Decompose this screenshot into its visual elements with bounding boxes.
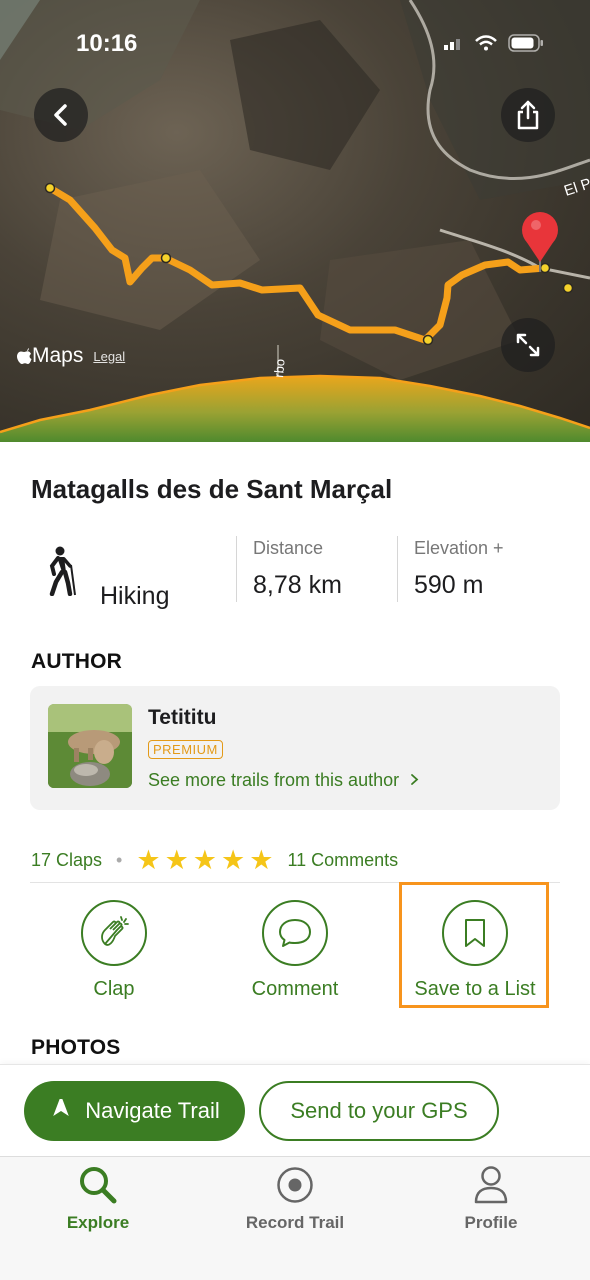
distance-stat: Distance 8,78 km xyxy=(253,538,342,600)
comment-icon xyxy=(279,919,311,947)
navigate-label: Navigate Trail xyxy=(85,1098,220,1123)
expand-icon xyxy=(516,333,540,357)
share-icon xyxy=(517,100,539,130)
apple-maps-attribution: Maps Legal xyxy=(16,344,125,368)
tab-record-trail[interactable]: Record Trail xyxy=(225,1163,365,1233)
engagement-row: 17 Claps • ★ ★ ★ ★ ★ 11 Comments xyxy=(31,845,398,875)
star-icon: ★ xyxy=(164,845,189,875)
maps-label: Maps xyxy=(32,344,84,367)
see-more-label: See more trails from this author xyxy=(148,770,400,790)
tab-profile[interactable]: Profile xyxy=(421,1163,561,1233)
star-icon: ★ xyxy=(136,845,161,875)
tab-profile-label: Profile xyxy=(464,1213,518,1232)
location-pin-icon xyxy=(522,212,558,272)
trail-stats: Hiking Distance 8,78 km Elevation + 590 … xyxy=(0,536,590,610)
trail-title: Matagalls des de Sant Marçal xyxy=(31,474,393,504)
status-time: 10:16 xyxy=(76,30,138,57)
back-button[interactable] xyxy=(34,88,88,142)
send-gps-label: Send to your GPS xyxy=(290,1098,468,1123)
author-avatar[interactable] xyxy=(48,704,132,788)
apple-logo-icon xyxy=(17,347,32,364)
separator-dot: • xyxy=(116,849,123,870)
comment-circle xyxy=(262,900,328,966)
premium-badge: PREMIUM xyxy=(148,740,223,759)
elevation-value: 590 m xyxy=(414,571,484,599)
navigation-arrow-icon xyxy=(53,1099,70,1116)
rating-stars: ★ ★ ★ ★ ★ xyxy=(136,845,274,875)
tab-bar: Explore Record Trail Profile xyxy=(0,1156,590,1280)
signal-icon xyxy=(444,39,460,50)
activity-type: Hiking xyxy=(44,546,169,610)
status-icons xyxy=(444,34,544,52)
claps-count[interactable]: 17 Claps xyxy=(31,850,102,871)
author-card[interactable]: Tetititu PREMIUM See more trails from th… xyxy=(30,686,560,810)
map-terrain: El P rbo xyxy=(0,0,590,442)
expand-map-button[interactable] xyxy=(501,318,555,372)
road-label-bottom: rbo xyxy=(271,358,288,378)
star-icon: ★ xyxy=(249,845,274,875)
tab-explore-label: Explore xyxy=(66,1213,130,1232)
record-icon xyxy=(277,1167,313,1203)
share-button[interactable] xyxy=(501,88,555,142)
star-icon: ★ xyxy=(221,845,246,875)
wifi-icon xyxy=(475,35,497,51)
clap-icon xyxy=(101,916,129,946)
author-name: Tetititu xyxy=(148,706,217,729)
activity-label: Hiking xyxy=(100,582,170,610)
clap-button[interactable]: Clap xyxy=(39,900,189,1001)
distance-label: Distance xyxy=(253,538,324,558)
search-icon xyxy=(80,1167,117,1204)
stats-divider xyxy=(397,536,398,602)
chevron-right-icon xyxy=(410,770,419,791)
stats-divider xyxy=(236,536,237,602)
comment-label: Comment xyxy=(251,978,339,1000)
navigate-trail-button[interactable]: Navigate Trail xyxy=(24,1081,245,1141)
highlight-box xyxy=(399,882,549,1008)
battery-icon xyxy=(508,34,543,52)
chevron-left-icon xyxy=(54,104,67,126)
comment-button[interactable]: Comment xyxy=(220,900,370,1001)
elevation-label: Elevation + xyxy=(414,538,504,558)
hiking-icon xyxy=(49,546,76,596)
bottom-action-bar: Navigate Trail Send to your GPS xyxy=(0,1064,590,1156)
trail-map[interactable]: El P rbo 10:16 Maps Legal xyxy=(0,0,590,442)
clap-circle xyxy=(81,900,147,966)
distance-value: 8,78 km xyxy=(253,571,342,599)
tab-explore[interactable]: Explore xyxy=(28,1163,168,1233)
author-photo xyxy=(48,704,132,788)
photos-section-title: PHOTOS xyxy=(31,1036,121,1059)
elevation-stat: Elevation + 590 m xyxy=(414,538,504,600)
clap-label: Clap xyxy=(93,978,135,1000)
author-section-title: AUTHOR xyxy=(31,650,123,673)
profile-icon xyxy=(474,1166,508,1204)
star-icon: ★ xyxy=(192,845,218,875)
comments-count[interactable]: 11 Comments xyxy=(287,850,398,871)
tab-record-label: Record Trail xyxy=(245,1213,345,1232)
legal-link[interactable]: Legal xyxy=(93,349,125,364)
see-more-trails-link[interactable]: See more trails from this author xyxy=(148,770,419,791)
send-to-gps-button[interactable]: Send to your GPS xyxy=(259,1081,499,1141)
